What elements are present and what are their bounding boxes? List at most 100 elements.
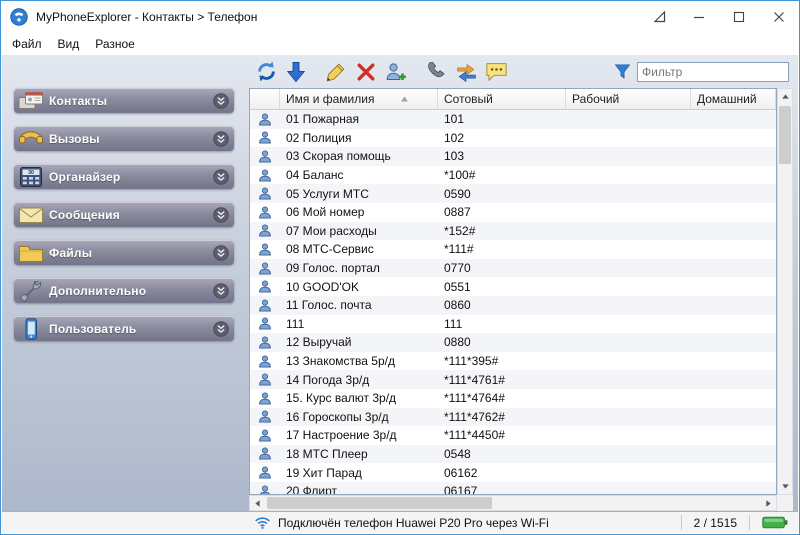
contact-row[interactable]: 14 Погода 3р/д*111*4761# bbox=[250, 370, 776, 389]
scroll-right-button[interactable] bbox=[761, 496, 776, 510]
menu-item-view[interactable]: Вид bbox=[50, 34, 88, 54]
column-header-label: Домашний bbox=[697, 92, 757, 106]
edit-button[interactable] bbox=[321, 58, 351, 85]
sidebar-item-user[interactable]: Пользователь bbox=[14, 316, 234, 341]
contact-name: 04 Баланс bbox=[280, 168, 438, 182]
sms-button[interactable] bbox=[481, 58, 511, 85]
column-header-icon[interactable] bbox=[250, 89, 280, 109]
menubar: ФайлВидРазное bbox=[1, 32, 799, 55]
contact-mobile: 0548 bbox=[438, 447, 566, 461]
chevrons-down-icon[interactable] bbox=[213, 245, 229, 261]
column-header-label: Имя и фамилия bbox=[286, 92, 374, 106]
content-area: Контакты Вызовы 30Органайзер Сообщения Файлы… bbox=[2, 55, 798, 511]
sidebar-item-files[interactable]: Файлы bbox=[14, 240, 234, 265]
scroll-left-button[interactable] bbox=[250, 496, 265, 510]
chevrons-down-icon[interactable] bbox=[213, 169, 229, 185]
chevrons-down-icon[interactable] bbox=[213, 321, 229, 337]
statusbar: Подключён телефон Huawei P20 Pro через W… bbox=[2, 511, 798, 533]
status-right: 2 / 1515 bbox=[681, 515, 788, 530]
battery-icon bbox=[762, 516, 788, 529]
sidebar-item-organizer[interactable]: 30Органайзер bbox=[14, 164, 234, 189]
column-header-2[interactable]: Рабочий bbox=[566, 89, 691, 109]
contacts-table: Имя и фамилия СотовыйРабочий Домашний 01 П… bbox=[249, 88, 777, 495]
titlebar[interactable]: MyPhoneExplorer - Контакты > Телефон bbox=[1, 1, 799, 32]
add-contact-button[interactable] bbox=[381, 58, 411, 85]
contact-row[interactable]: 11 Голос. почта0860 bbox=[250, 296, 776, 315]
horizontal-scroll-track[interactable] bbox=[265, 496, 761, 510]
vertical-scroll-thumb[interactable] bbox=[779, 106, 791, 164]
contact-name: 15. Курс валют 3р/д bbox=[280, 391, 438, 405]
contact-person-icon bbox=[250, 354, 280, 369]
contact-row[interactable]: 02 Полиция102 bbox=[250, 129, 776, 148]
contacts-icon bbox=[17, 90, 45, 112]
contact-row[interactable]: 20 Флирт06167 bbox=[250, 482, 776, 494]
vertical-scroll-track[interactable] bbox=[778, 104, 792, 479]
contact-row[interactable]: 111111 bbox=[250, 315, 776, 334]
menu-item-file[interactable]: Файл bbox=[4, 34, 50, 54]
sidebar-item-calls[interactable]: Вызовы bbox=[14, 126, 234, 151]
contact-row[interactable]: 04 Баланс*100# bbox=[250, 166, 776, 185]
contact-mobile: 0551 bbox=[438, 280, 566, 294]
contact-row[interactable]: 06 Мой номер0887 bbox=[250, 203, 776, 222]
contact-row[interactable]: 07 Мои расходы*152# bbox=[250, 222, 776, 241]
contact-row[interactable]: 12 Выручай0880 bbox=[250, 333, 776, 352]
contact-name: 20 Флирт bbox=[280, 484, 438, 494]
minimize-button[interactable] bbox=[679, 1, 719, 32]
scrollbar-corner bbox=[777, 495, 793, 511]
contact-row[interactable]: 19 Хит Парад06162 bbox=[250, 463, 776, 482]
horizontal-scrollbar[interactable] bbox=[249, 495, 777, 511]
contact-row[interactable]: 16 Гороскопы 3р/д*111*4762# bbox=[250, 408, 776, 427]
sort-asc-icon bbox=[400, 95, 409, 103]
delete-button[interactable] bbox=[351, 58, 381, 85]
contact-person-icon bbox=[250, 205, 280, 220]
contact-name: 08 МТС-Сервис bbox=[280, 242, 438, 256]
contact-person-icon bbox=[250, 484, 280, 494]
sidebar-item-label: Пользователь bbox=[49, 322, 137, 336]
calls-icon bbox=[17, 128, 45, 150]
horizontal-scroll-thumb[interactable] bbox=[267, 497, 492, 509]
contact-name: 17 Настроение 3р/д bbox=[280, 428, 438, 442]
contact-person-icon bbox=[250, 242, 280, 257]
chevrons-down-icon[interactable] bbox=[213, 283, 229, 299]
sync-button[interactable] bbox=[451, 58, 481, 85]
contact-row[interactable]: 09 Голос. портал0770 bbox=[250, 259, 776, 278]
column-header-3[interactable]: Домашний bbox=[691, 89, 776, 109]
chevrons-down-icon[interactable] bbox=[213, 93, 229, 109]
contact-mobile: 06162 bbox=[438, 466, 566, 480]
scroll-down-button[interactable] bbox=[778, 479, 792, 494]
contact-mobile: *152# bbox=[438, 224, 566, 238]
menu-item-misc[interactable]: Разное bbox=[87, 34, 143, 54]
refresh-button[interactable] bbox=[251, 58, 281, 85]
contact-row[interactable]: 13 Знакомства 5р/д*111*395# bbox=[250, 352, 776, 371]
record-count: 2 / 1515 bbox=[694, 516, 737, 530]
chevrons-down-icon[interactable] bbox=[213, 207, 229, 223]
vertical-scrollbar[interactable] bbox=[777, 88, 793, 495]
status-separator bbox=[749, 515, 750, 530]
contact-row[interactable]: 08 МТС-Сервис*111# bbox=[250, 240, 776, 259]
maximize-button[interactable] bbox=[719, 1, 759, 32]
contact-row[interactable]: 01 Пожарная101 bbox=[250, 110, 776, 129]
chevrons-down-icon[interactable] bbox=[213, 131, 229, 147]
tray-button[interactable] bbox=[639, 1, 679, 32]
column-header-1[interactable]: Сотовый bbox=[438, 89, 566, 109]
call-button[interactable] bbox=[421, 58, 451, 85]
contact-row[interactable]: 17 Настроение 3р/д*111*4450# bbox=[250, 426, 776, 445]
contact-row[interactable]: 18 МТС Плеер0548 bbox=[250, 445, 776, 464]
sidebar-item-messages[interactable]: Сообщения bbox=[14, 202, 234, 227]
sidebar-item-extras[interactable]: Дополнительно bbox=[14, 278, 234, 303]
contact-person-icon bbox=[250, 168, 280, 183]
sidebar: Контакты Вызовы 30Органайзер Сообщения Файлы… bbox=[2, 55, 248, 511]
filter-icon[interactable] bbox=[613, 62, 632, 81]
download-button[interactable] bbox=[281, 58, 311, 85]
scroll-up-button[interactable] bbox=[778, 89, 792, 104]
close-button[interactable] bbox=[759, 1, 799, 32]
sidebar-item-contacts[interactable]: Контакты bbox=[14, 88, 234, 113]
contact-row[interactable]: 05 Услуги МТС0590 bbox=[250, 184, 776, 203]
contact-row[interactable]: 03 Скорая помощь103 bbox=[250, 147, 776, 166]
column-header-0[interactable]: Имя и фамилия bbox=[280, 89, 438, 109]
contact-mobile: *111*4450# bbox=[438, 428, 566, 442]
filter-input[interactable] bbox=[637, 62, 789, 82]
contact-row[interactable]: 10 GOOD'OK0551 bbox=[250, 277, 776, 296]
contact-name: 111 bbox=[280, 317, 438, 331]
contact-row[interactable]: 15. Курс валют 3р/д*111*4764# bbox=[250, 389, 776, 408]
